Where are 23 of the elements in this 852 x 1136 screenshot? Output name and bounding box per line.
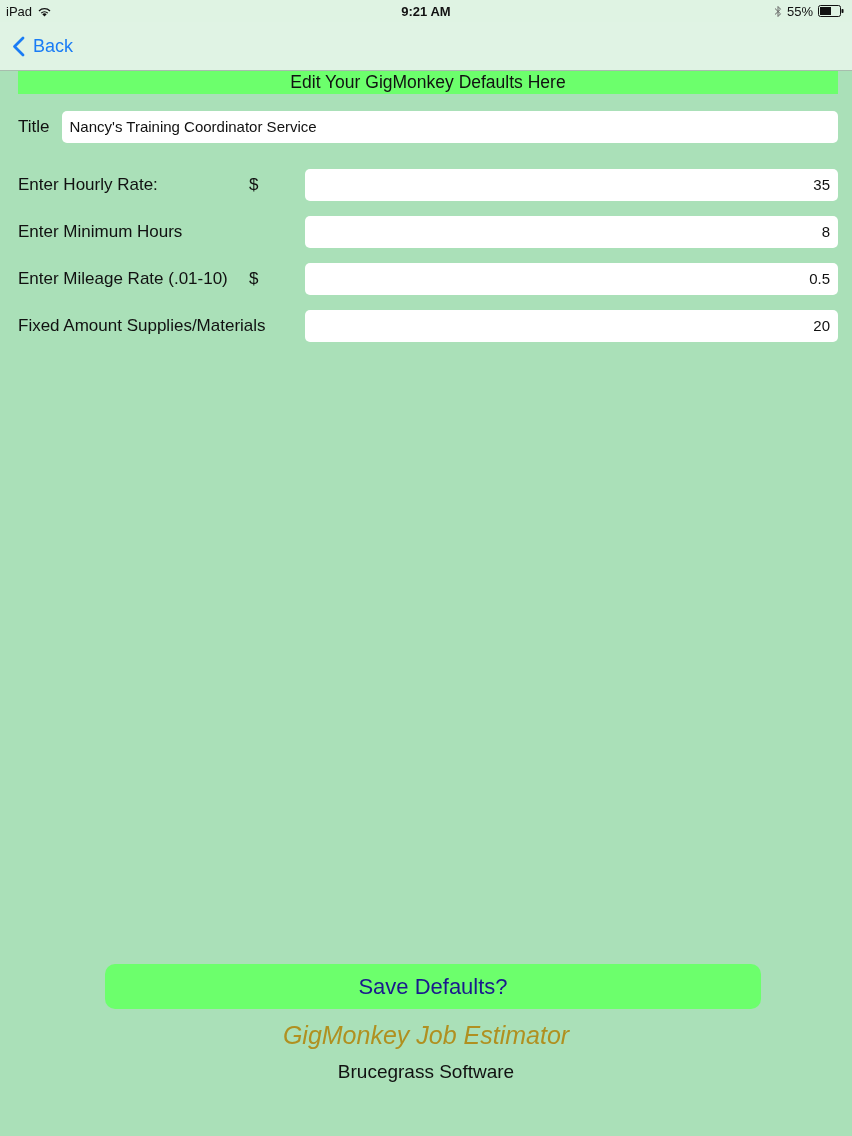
title-label: Title — [18, 117, 50, 137]
app-name: GigMonkey Job Estimator — [282, 1020, 570, 1050]
battery-percent: 55% — [786, 3, 813, 19]
currency-symbol: $ — [249, 269, 260, 289]
battery-icon — [818, 5, 844, 17]
header-banner: Edit Your GigMonkey Defaults Here — [18, 71, 838, 94]
number-field[interactable]: 20 — [305, 310, 838, 342]
bluetooth-icon — [773, 4, 782, 18]
number-field[interactable]: 35 — [305, 169, 838, 201]
field-label: Enter Minimum Hours — [18, 222, 184, 242]
field-label: Fixed Amount Supplies/Materials — [18, 316, 267, 336]
title-field[interactable]: Nancy's Training Coordinator Service — [61, 111, 838, 143]
device-name: iPad — [6, 3, 33, 19]
chevron-left-icon — [12, 35, 25, 57]
wifi-icon — [37, 5, 53, 17]
field-label: Enter Hourly Rate: — [18, 175, 159, 195]
field-label: Enter Mileage Rate (.01-10) — [18, 269, 229, 289]
number-field[interactable]: 0.5 — [305, 263, 838, 295]
number-field[interactable]: 8 — [305, 216, 838, 248]
status-time: 9:21 AM — [401, 3, 451, 19]
currency-symbol: $ — [249, 175, 260, 195]
save-defaults-button[interactable]: Save Defaults? — [105, 964, 761, 1009]
company-name: Brucegrass Software — [337, 1060, 515, 1084]
